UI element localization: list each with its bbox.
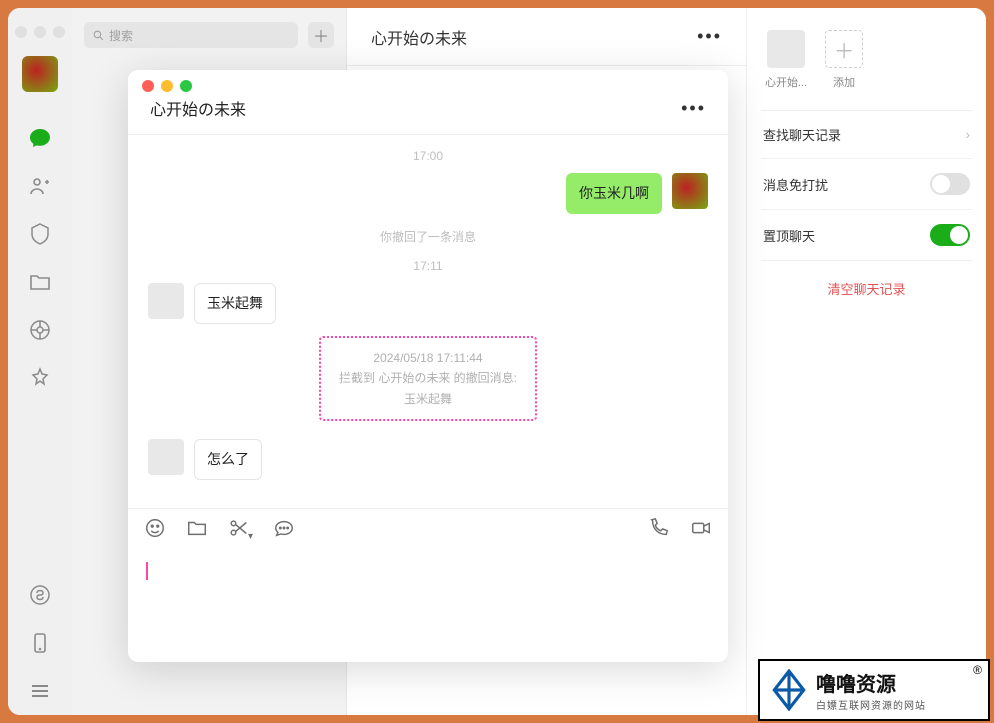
minimize-dot[interactable] (34, 26, 46, 38)
chat-icon[interactable] (273, 517, 295, 544)
clear-history-button[interactable]: 清空聊天记录 (761, 261, 972, 316)
maximize-dot[interactable] (53, 26, 65, 38)
new-chat-button[interactable]: ＋ (308, 22, 334, 48)
pin-label: 置顶聊天 (763, 226, 815, 245)
message-row-incoming: 玉米起舞 (148, 283, 708, 324)
more-icon[interactable]: ••• (697, 26, 722, 47)
favorites-tab-icon[interactable] (27, 221, 53, 247)
video-icon[interactable] (690, 517, 712, 544)
watermark-title: 噜噜资源 (816, 668, 926, 697)
chats-tab-icon[interactable] (27, 125, 53, 151)
search-input[interactable]: 搜索 (84, 22, 298, 48)
chat-info-panel: 心开始... ＋ 添加 查找聊天记录 › 消息免打扰 置顶聊天 清空聊天记录 (746, 8, 986, 715)
folder-icon[interactable] (186, 517, 208, 544)
message-bubble[interactable]: 你玉米几啊 (566, 173, 662, 214)
message-row-outgoing: 你玉米几啊 (148, 173, 708, 214)
intercept-notice: 2024/05/18 17:11:44 拦截到 心开始の未来 的撤回消息: 玉米… (319, 336, 537, 421)
menu-tab-icon[interactable] (27, 678, 53, 704)
pin-row: 置顶聊天 (761, 210, 972, 261)
sidebar (8, 8, 72, 715)
files-tab-icon[interactable] (27, 269, 53, 295)
contact-avatar[interactable] (148, 283, 184, 319)
timestamp: 17:11 (148, 259, 708, 273)
popup-title: 心开始の未来 (150, 96, 246, 120)
minimize-icon[interactable] (161, 80, 173, 92)
popup-more-icon[interactable]: ••• (681, 98, 706, 119)
search-placeholder: 搜索 (109, 27, 133, 44)
window-controls (15, 20, 65, 56)
add-label: 添加 (833, 74, 855, 90)
search-history-label: 查找聊天记录 (763, 125, 841, 144)
my-avatar[interactable] (672, 173, 708, 209)
search-history-row[interactable]: 查找聊天记录 › (761, 111, 972, 159)
add-member-button[interactable]: ＋ 添加 (825, 30, 863, 90)
close-dot[interactable] (15, 26, 27, 38)
member-item[interactable]: 心开始... (765, 30, 807, 90)
recall-notice: 你撤回了一条消息 (148, 228, 708, 245)
contacts-tab-icon[interactable] (27, 173, 53, 199)
message-bubble[interactable]: 怎么了 (194, 439, 262, 480)
member-name: 心开始... (765, 74, 807, 90)
input-toolbar: ▾ (128, 508, 728, 552)
phone-tab-icon[interactable] (27, 630, 53, 656)
chat-title: 心开始の未来 (371, 25, 467, 49)
intercept-line: 拦截到 心开始の未来 的撤回消息: (339, 368, 517, 388)
mute-label: 消息免打扰 (763, 175, 828, 194)
watermark-subtitle: 白嫖互联网资源的网站 (816, 697, 926, 712)
maximize-icon[interactable] (180, 80, 192, 92)
discover-tab-icon[interactable] (27, 365, 53, 391)
timestamp: 17:00 (148, 149, 708, 163)
phone-icon[interactable] (648, 517, 670, 544)
popup-window-controls (128, 70, 728, 92)
chat-popup-window: 心开始の未来 ••• 17:00 你玉米几啊 你撤回了一条消息 17:11 玉米… (128, 70, 728, 662)
text-cursor (146, 562, 148, 580)
popup-header: 心开始の未来 ••• (128, 92, 728, 135)
message-bubble[interactable]: 玉米起舞 (194, 283, 276, 324)
user-avatar[interactable] (22, 56, 58, 92)
member-avatar (767, 30, 805, 68)
search-icon (92, 29, 105, 42)
members-row: 心开始... ＋ 添加 (761, 20, 972, 111)
moments-tab-icon[interactable] (27, 317, 53, 343)
message-row-incoming: 怎么了 (148, 439, 708, 480)
watermark: 噜噜资源 白嫖互联网资源的网站 ® (758, 659, 990, 721)
mute-row: 消息免打扰 (761, 159, 972, 210)
plus-icon: ＋ (825, 30, 863, 68)
contact-avatar[interactable] (148, 439, 184, 475)
chat-header: 心开始の未来 ••• (347, 8, 746, 66)
conversation-toolbar: 搜索 ＋ (72, 8, 346, 62)
close-icon[interactable] (142, 80, 154, 92)
emoji-icon[interactable] (144, 517, 166, 544)
intercept-content: 玉米起舞 (339, 389, 517, 409)
chevron-right-icon: › (966, 127, 970, 142)
mute-toggle[interactable] (930, 173, 970, 195)
watermark-logo-icon (768, 669, 810, 711)
scissors-icon[interactable]: ▾ (228, 517, 253, 544)
message-input[interactable] (128, 552, 728, 662)
intercept-time: 2024/05/18 17:11:44 (339, 348, 517, 368)
message-area: 17:00 你玉米几啊 你撤回了一条消息 17:11 玉米起舞 2024/05/… (128, 135, 728, 508)
registered-mark: ® (973, 663, 982, 677)
miniprogram-tab-icon[interactable] (27, 582, 53, 608)
pin-toggle[interactable] (930, 224, 970, 246)
